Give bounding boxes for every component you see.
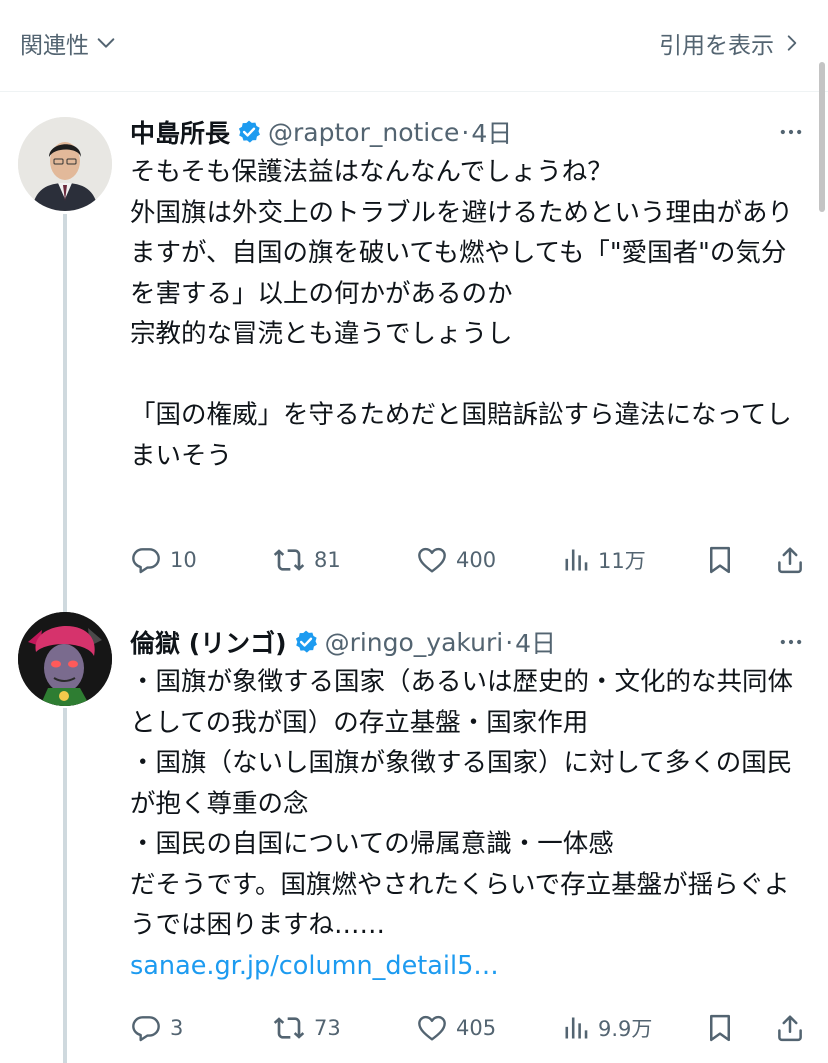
bookmark-icon (705, 1012, 735, 1044)
bookmark-button[interactable] (705, 1012, 735, 1044)
separator-dot: · (461, 117, 470, 147)
related-sort-button[interactable]: 関連性 (20, 26, 117, 60)
retweet-button[interactable]: 81 (272, 544, 341, 576)
reply-button[interactable]: 3 (130, 1012, 183, 1044)
views-icon (562, 544, 590, 576)
share-icon (775, 1012, 805, 1044)
retweet-icon (272, 544, 306, 576)
tweet-text: ・国旗が象徴する国家（あるいは歴史的・文化的な共同体としての我が国）の存立基盤・… (130, 662, 805, 986)
view-quotes-link[interactable]: 引用を表示 (659, 26, 802, 60)
display-name[interactable]: 倫獄 (リンゴ) (130, 624, 287, 660)
display-name[interactable]: 中島所長 (130, 114, 230, 150)
like-count: 400 (456, 548, 497, 572)
more-icon[interactable] (777, 628, 805, 660)
user-handle[interactable]: @ringo_yakuri (325, 628, 504, 657)
views-count: 9.9万 (598, 1017, 653, 1041)
bookmark-button[interactable] (705, 544, 735, 576)
tweet-text: そもそも保護法益はなんなんでしょうね？ 外国旗は外交上のトラブルを避けるためとい… (130, 157, 794, 471)
quote-label: 引用を表示 (659, 33, 774, 59)
views-icon (562, 1012, 590, 1044)
tweet[interactable]: 中島所長 @raptor_notice · 4日 そもそも保護法益はなんなんでし… (130, 112, 805, 574)
thread-connector (63, 214, 67, 624)
like-icon (416, 1012, 448, 1044)
tweet-actions: 10 81 400 11万 (130, 540, 805, 580)
tweet-link[interactable]: sanae.gr.jp/column_detail5… (130, 951, 499, 981)
tweet-header: 中島所長 @raptor_notice · 4日 (130, 112, 805, 152)
retweet-button[interactable]: 73 (272, 1012, 341, 1044)
timestamp[interactable]: 4日 (515, 624, 556, 660)
scrollbar-thumb[interactable] (819, 62, 825, 212)
thread-connector (63, 708, 67, 1063)
views-button[interactable]: 9.9万 (562, 1012, 652, 1044)
views-button[interactable]: 11万 (562, 544, 646, 576)
like-count: 405 (456, 1016, 497, 1040)
retweet-count: 81 (314, 548, 341, 572)
bookmark-icon (705, 544, 735, 576)
share-icon (775, 544, 805, 576)
views-count: 11万 (598, 549, 646, 573)
like-button[interactable]: 405 (416, 1012, 496, 1044)
reply-count: 10 (170, 548, 197, 572)
retweet-icon (272, 1012, 306, 1044)
tweet[interactable]: 倫獄 (リンゴ) @ringo_yakuri · 4日 ・国旗が象徴する国家（あ… (130, 622, 805, 1042)
avatar[interactable] (18, 612, 112, 706)
reply-button[interactable]: 10 (130, 544, 197, 576)
chevron-right-icon (782, 32, 802, 54)
tweet-actions: 3 73 405 9.9万 (130, 1008, 805, 1048)
tweet-header: 倫獄 (リンゴ) @ringo_yakuri · 4日 (130, 622, 805, 662)
top-bar: 関連性 引用を表示 (0, 0, 828, 92)
more-icon[interactable] (777, 118, 805, 150)
share-button[interactable] (775, 544, 805, 576)
related-label: 関連性 (20, 33, 89, 59)
retweet-count: 73 (314, 1016, 341, 1040)
chevron-down-icon (95, 32, 117, 54)
user-handle[interactable]: @raptor_notice (268, 118, 459, 147)
reply-icon (130, 544, 162, 576)
separator-dot: · (505, 627, 514, 657)
timestamp[interactable]: 4日 (471, 114, 512, 150)
avatar[interactable] (18, 117, 112, 211)
reply-count: 3 (170, 1016, 184, 1040)
tweet-text-content: ・国旗が象徴する国家（あるいは歴史的・文化的な共同体としての我が国）の存立基盤・… (130, 667, 794, 940)
reply-icon (130, 1012, 162, 1044)
verified-icon (293, 629, 319, 655)
scrollbar[interactable] (816, 62, 828, 222)
share-button[interactable] (775, 1012, 805, 1044)
like-icon (416, 544, 448, 576)
verified-icon (236, 119, 262, 145)
like-button[interactable]: 400 (416, 544, 496, 576)
